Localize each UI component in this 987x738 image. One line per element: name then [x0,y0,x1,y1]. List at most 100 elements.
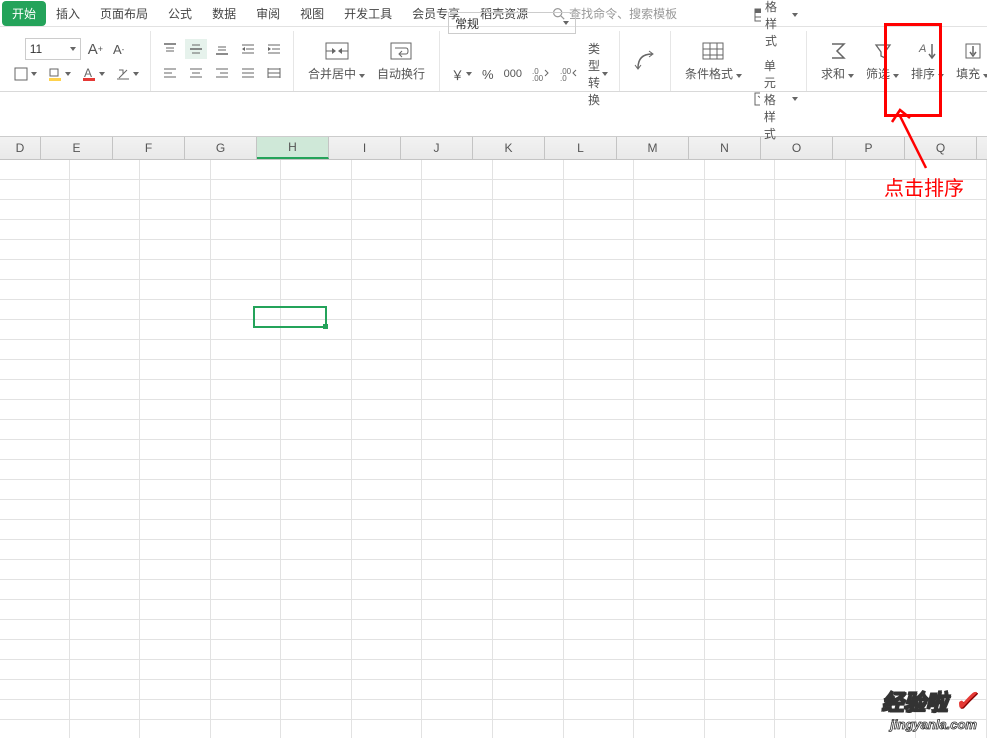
grid-cell[interactable] [0,660,70,679]
grid-cell[interactable] [846,300,917,319]
grid-cell[interactable] [422,440,493,459]
menu-tab-view[interactable]: 视图 [290,1,334,26]
grid-cell[interactable] [140,480,211,499]
grid-cell[interactable] [634,220,705,239]
grid-cell[interactable] [0,340,70,359]
grid-cell[interactable] [211,200,282,219]
grid-cell[interactable] [564,360,635,379]
grid-cell[interactable] [564,300,635,319]
grid-cell[interactable] [352,180,423,199]
grid-cell[interactable] [634,260,705,279]
grid-cell[interactable] [352,360,423,379]
grid-cell[interactable] [564,640,635,659]
fill-color-button[interactable] [44,64,74,84]
wrap-text-button[interactable]: 自动换行 [371,38,431,84]
grid-cell[interactable] [0,720,70,738]
grid-cell[interactable] [211,720,282,738]
grid-cell[interactable] [916,340,987,359]
grid-cell[interactable] [493,500,564,519]
grid-cell[interactable] [211,420,282,439]
grid-cell[interactable] [422,420,493,439]
grid-cell[interactable] [493,380,564,399]
grid-cell[interactable] [140,500,211,519]
grid-cell[interactable] [846,240,917,259]
grid-cell[interactable] [211,640,282,659]
grid-cell[interactable] [70,400,141,419]
grid-cell[interactable] [211,680,282,699]
menu-tab-insert[interactable]: 插入 [46,1,90,26]
grid-cell[interactable] [211,600,282,619]
grid-cell[interactable] [422,400,493,419]
grid-cell[interactable] [705,560,776,579]
align-right-button[interactable] [211,63,233,83]
grid-cell[interactable] [775,680,846,699]
grid-cell[interactable] [0,280,70,299]
grid-cell[interactable] [70,180,141,199]
grid-cell[interactable] [916,420,987,439]
grid-cell[interactable] [634,280,705,299]
grid-cell[interactable] [422,700,493,719]
grid-cell[interactable] [705,280,776,299]
grid-cell[interactable] [705,400,776,419]
grid-cell[interactable] [352,540,423,559]
align-left-button[interactable] [159,63,181,83]
col-header[interactable]: F [113,137,185,159]
grid-cell[interactable] [211,380,282,399]
grid-cell[interactable] [352,680,423,699]
grid-cell[interactable] [422,640,493,659]
grid-cell[interactable] [281,500,352,519]
grid-cell[interactable] [493,560,564,579]
grid-cell[interactable] [422,380,493,399]
grid-cell[interactable] [846,420,917,439]
filter-button[interactable]: 筛选 [860,38,905,84]
grid-cell[interactable] [916,160,987,179]
grid-cell[interactable] [634,580,705,599]
grid-cell[interactable] [493,460,564,479]
grid-cell[interactable] [634,340,705,359]
grid-cell[interactable] [916,480,987,499]
grid-cell[interactable] [705,340,776,359]
grid-cell[interactable] [916,440,987,459]
grid-cell[interactable] [564,380,635,399]
grid-cell[interactable] [0,220,70,239]
grid-cell[interactable] [0,360,70,379]
grid-cell[interactable] [775,280,846,299]
grid-cell[interactable] [211,220,282,239]
menu-tab-start[interactable]: 开始 [2,1,46,26]
grid-cell[interactable] [352,460,423,479]
grid-cell[interactable] [916,320,987,339]
grid-cell[interactable] [70,500,141,519]
grid-cell[interactable] [422,460,493,479]
grid-cell[interactable] [352,340,423,359]
grid-cell[interactable] [422,620,493,639]
grid-cell[interactable] [775,180,846,199]
grid-cell[interactable] [140,340,211,359]
menu-tab-review[interactable]: 审阅 [246,1,290,26]
menu-tab-pagelayout[interactable]: 页面布局 [90,1,158,26]
grid-cell[interactable] [422,600,493,619]
col-header[interactable]: M [617,137,689,159]
grid-cell[interactable] [916,540,987,559]
grid-cell[interactable] [634,600,705,619]
grid-cell[interactable] [916,640,987,659]
grid-cell[interactable] [422,340,493,359]
grid-cell[interactable] [281,160,352,179]
grid-cell[interactable] [775,220,846,239]
grid-cell[interactable] [422,320,493,339]
grid-cell[interactable] [140,300,211,319]
grid-cell[interactable] [634,200,705,219]
grid-cell[interactable] [0,380,70,399]
grid-cell[interactable] [422,260,493,279]
grid-cell[interactable] [493,580,564,599]
grid-cell[interactable] [211,320,282,339]
number-format-select[interactable]: 常规 [448,12,576,34]
grid-cell[interactable] [634,540,705,559]
grid-cell[interactable] [211,540,282,559]
grid-cell[interactable] [352,600,423,619]
grid-cell[interactable] [705,680,776,699]
grid-cell[interactable] [211,480,282,499]
grid-cell[interactable] [422,660,493,679]
grid-cell[interactable] [493,180,564,199]
grid-cell[interactable] [705,600,776,619]
grid-cell[interactable] [422,240,493,259]
